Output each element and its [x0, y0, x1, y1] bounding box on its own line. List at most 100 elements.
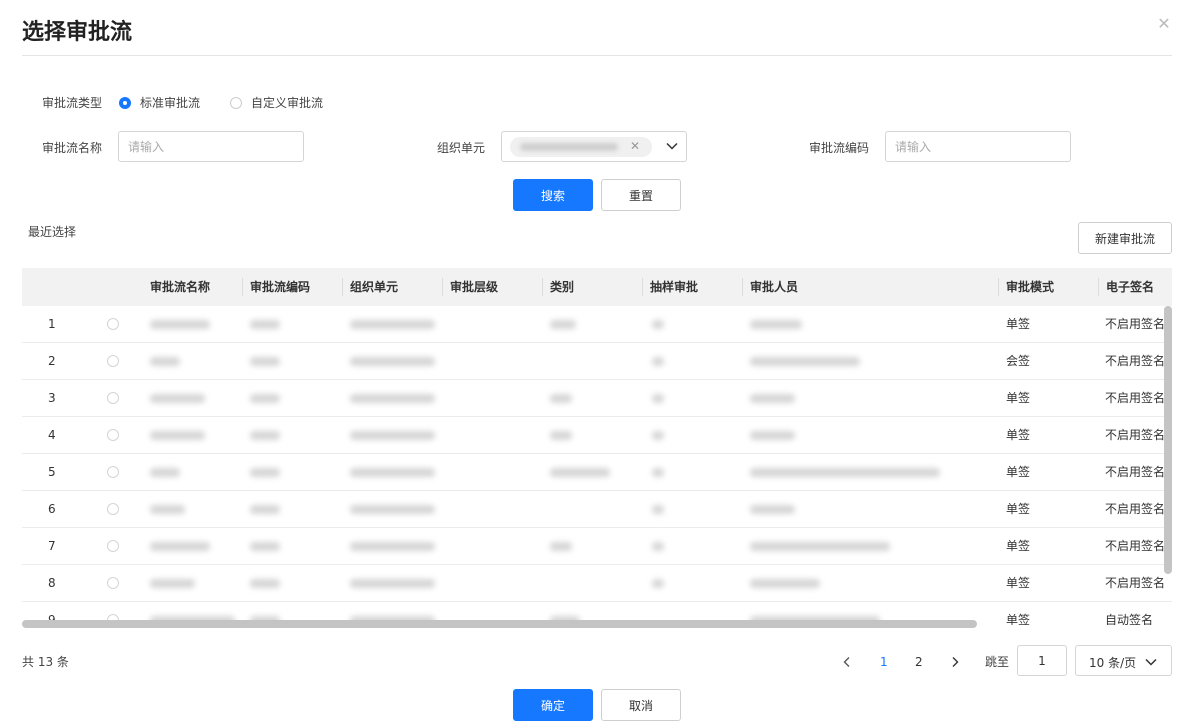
row-radio[interactable]: [107, 355, 119, 367]
blurred-cell: [550, 542, 572, 551]
approval-table: 审批流名称 审批流编码 组织单元 审批层级 类别 抽样审批 审批人员 审批模式 …: [22, 268, 1172, 625]
table-row[interactable]: 3 单签 不启用签名: [22, 380, 1172, 417]
table-row[interactable]: 4 单签 不启用签名: [22, 417, 1172, 454]
page-1[interactable]: 1: [880, 650, 888, 674]
close-icon[interactable]: ✕: [1156, 16, 1172, 32]
search-button[interactable]: 搜索: [513, 179, 593, 211]
table-row[interactable]: 6 单签 不启用签名: [22, 491, 1172, 528]
chevron-down-icon: [1145, 658, 1157, 666]
page-size-select[interactable]: 10 条/页: [1075, 645, 1172, 676]
blurred-cell: [350, 394, 435, 403]
radio-standard-label: 标准审批流: [140, 96, 201, 110]
col-name: 审批流名称: [150, 280, 211, 294]
type-label: 审批流类型: [42, 96, 103, 110]
vertical-scrollbar[interactable]: [1164, 306, 1172, 574]
jump-input[interactable]: [1017, 645, 1067, 676]
org-select[interactable]: ✕: [501, 131, 687, 162]
blurred-cell: [652, 357, 664, 366]
blurred-cell: [652, 579, 664, 588]
table-row[interactable]: 7 单签 不启用签名: [22, 528, 1172, 565]
col-sampling: 抽样审批: [650, 280, 699, 294]
row-radio[interactable]: [107, 429, 119, 441]
blurred-cell: [150, 505, 185, 514]
row-radio[interactable]: [107, 577, 119, 589]
tag-close-icon[interactable]: ✕: [630, 139, 640, 153]
row-radio[interactable]: [107, 466, 119, 478]
blurred-cell: [652, 394, 664, 403]
row-signature: 不启用签名: [1105, 428, 1166, 442]
row-radio[interactable]: [107, 392, 119, 404]
blurred-cell: [750, 357, 860, 366]
table-row[interactable]: 8 单签 不启用签名: [22, 565, 1172, 602]
blurred-cell: [350, 505, 435, 514]
blurred-cell: [750, 505, 795, 514]
row-mode: 会签: [1006, 354, 1031, 368]
blurred-cell: [250, 394, 280, 403]
row-signature: 不启用签名: [1105, 391, 1166, 405]
row-mode: 单签: [1006, 317, 1031, 331]
row-mode: 单签: [1006, 576, 1031, 590]
row-signature: 自动签名: [1105, 613, 1154, 625]
horizontal-scrollbar[interactable]: [22, 620, 977, 628]
row-index: 1: [48, 317, 56, 331]
blurred-cell: [150, 468, 180, 477]
blurred-cell: [652, 542, 664, 551]
blurred-cell: [150, 320, 210, 329]
col-mode: 审批模式: [1006, 280, 1055, 294]
total-count: 共 13 条: [22, 655, 69, 669]
row-mode: 单签: [1006, 539, 1031, 553]
row-index: 7: [48, 539, 56, 553]
row-mode: 单签: [1006, 502, 1031, 516]
row-mode: 单签: [1006, 391, 1031, 405]
radio-checked-icon: [119, 96, 131, 109]
dialog-title: 选择审批流: [22, 20, 133, 45]
blurred-cell: [750, 579, 820, 588]
org-label: 组织单元: [437, 141, 486, 155]
code-input[interactable]: [885, 131, 1071, 162]
page-2[interactable]: 2: [915, 650, 923, 674]
blurred-cell: [350, 431, 435, 440]
blurred-cell: [350, 320, 435, 329]
blurred-cell: [750, 394, 795, 403]
name-label: 审批流名称: [42, 141, 103, 155]
row-signature: 不启用签名: [1105, 539, 1166, 553]
col-approvers: 审批人员: [750, 280, 799, 294]
col-org: 组织单元: [350, 280, 399, 294]
row-mode: 单签: [1006, 465, 1031, 479]
blurred-cell: [550, 394, 572, 403]
blurred-cell: [250, 579, 280, 588]
org-tag: ✕: [510, 137, 652, 157]
row-mode: 单签: [1006, 428, 1031, 442]
chevron-down-icon: [666, 142, 678, 150]
reset-button[interactable]: 重置: [601, 179, 681, 211]
radio-standard[interactable]: 标准审批流: [119, 94, 200, 111]
ok-button[interactable]: 确定: [513, 689, 593, 721]
blurred-cell: [250, 357, 280, 366]
row-index: 8: [48, 576, 56, 590]
new-flow-button[interactable]: 新建审批流: [1078, 222, 1172, 254]
table-row[interactable]: 1 单签 不启用签名: [22, 306, 1172, 343]
row-index: 2: [48, 354, 56, 368]
row-signature: 不启用签名: [1105, 317, 1166, 331]
cancel-button[interactable]: 取消: [601, 689, 681, 721]
blurred-cell: [750, 542, 890, 551]
table-row[interactable]: 2 会签 不启用签名: [22, 343, 1172, 380]
col-category: 类别: [550, 280, 575, 294]
radio-custom-label: 自定义审批流: [251, 96, 324, 110]
next-page-icon[interactable]: [950, 650, 960, 674]
name-input[interactable]: [118, 131, 304, 162]
blurred-cell: [150, 357, 180, 366]
blurred-cell: [150, 542, 210, 551]
row-radio[interactable]: [107, 318, 119, 330]
radio-unchecked-icon: [230, 96, 242, 109]
row-radio[interactable]: [107, 503, 119, 515]
code-label: 审批流编码: [809, 141, 870, 155]
col-signature: 电子签名: [1106, 280, 1155, 294]
row-radio[interactable]: [107, 540, 119, 552]
radio-custom[interactable]: 自定义审批流: [230, 94, 323, 111]
prev-page-icon[interactable]: [842, 650, 852, 674]
table-row[interactable]: 5 单签 不启用签名: [22, 454, 1172, 491]
row-index: 6: [48, 502, 56, 516]
blurred-cell: [150, 431, 205, 440]
row-index: 4: [48, 428, 56, 442]
